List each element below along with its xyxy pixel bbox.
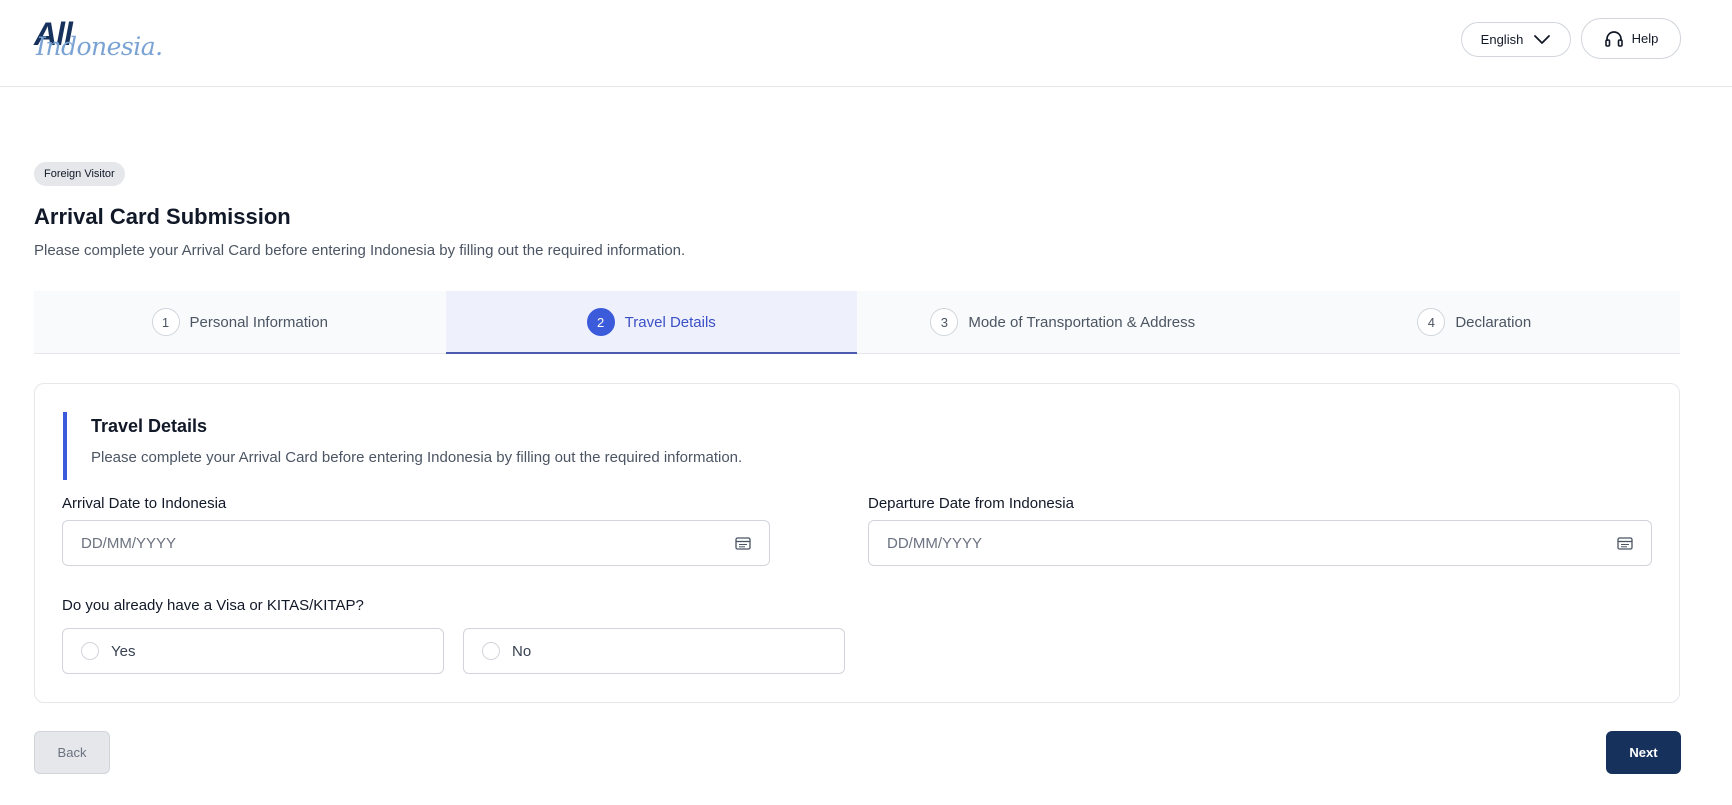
radio-label: No	[512, 642, 532, 660]
departure-date-input[interactable]: DD/MM/YYYY	[868, 520, 1652, 566]
help-label: Help	[1631, 31, 1659, 46]
page-subtitle: Please complete your Arrival Card before…	[34, 242, 686, 259]
section-description: Please complete your Arrival Card before…	[91, 449, 743, 466]
step-label: Personal Information	[189, 313, 328, 331]
step-declaration[interactable]: 4 Declaration	[1269, 291, 1681, 353]
visa-option-yes[interactable]: Yes	[62, 628, 444, 674]
step-mode-of-transportation[interactable]: 3 Mode of Transportation & Address	[857, 291, 1269, 353]
chevron-down-icon	[1534, 34, 1551, 44]
arrival-date-input[interactable]: DD/MM/YYYY	[62, 520, 770, 566]
step-label: Mode of Transportation & Address	[968, 313, 1196, 331]
step-personal-information[interactable]: 1 Personal Information	[34, 291, 446, 353]
travel-details-card: Travel Details Please complete your Arri…	[34, 383, 1680, 703]
radio-circle-icon[interactable]	[81, 642, 99, 660]
language-label: English	[1480, 32, 1524, 47]
visitor-type-badge: Foreign Visitor	[34, 162, 125, 186]
step-label: Declaration	[1455, 313, 1532, 331]
all-indonesia-logo[interactable]: All Indonesia.	[34, 16, 163, 62]
page-title: Arrival Card Submission	[34, 204, 291, 229]
top-header: All Indonesia. English Help	[0, 0, 1732, 87]
section-title: Travel Details	[91, 416, 208, 436]
headset-icon	[1604, 30, 1623, 47]
logo-script-text: Indonesia.	[36, 32, 163, 61]
visa-option-no[interactable]: No	[463, 628, 845, 674]
next-button[interactable]: Next	[1606, 731, 1681, 774]
language-selector[interactable]: English	[1461, 22, 1571, 57]
step-number: 3	[930, 308, 959, 336]
section-header: Travel Details Please complete your Arri…	[63, 412, 742, 480]
calendar-icon[interactable]	[1617, 536, 1633, 550]
step-travel-details[interactable]: 2 Travel Details	[445, 291, 857, 354]
departure-date-placeholder: DD/MM/YYYY	[887, 534, 983, 552]
visa-question-label: Do you already have a Visa or KITAS/KITA…	[62, 597, 364, 614]
help-button[interactable]: Help	[1581, 18, 1681, 59]
step-number: 4	[1417, 308, 1446, 336]
arrival-date-label: Arrival Date to Indonesia	[62, 495, 227, 512]
arrival-date-placeholder: DD/MM/YYYY	[81, 534, 177, 552]
calendar-icon[interactable]	[735, 536, 751, 550]
radio-label: Yes	[111, 642, 136, 660]
progress-stepper: 1 Personal Information 2 Travel Details …	[34, 291, 1680, 354]
step-label: Travel Details	[624, 313, 716, 331]
back-button[interactable]: Back	[34, 731, 110, 774]
departure-date-label: Departure Date from Indonesia	[868, 495, 1074, 512]
step-number: 1	[151, 308, 180, 336]
step-number: 2	[586, 308, 615, 336]
radio-circle-icon[interactable]	[482, 642, 500, 660]
